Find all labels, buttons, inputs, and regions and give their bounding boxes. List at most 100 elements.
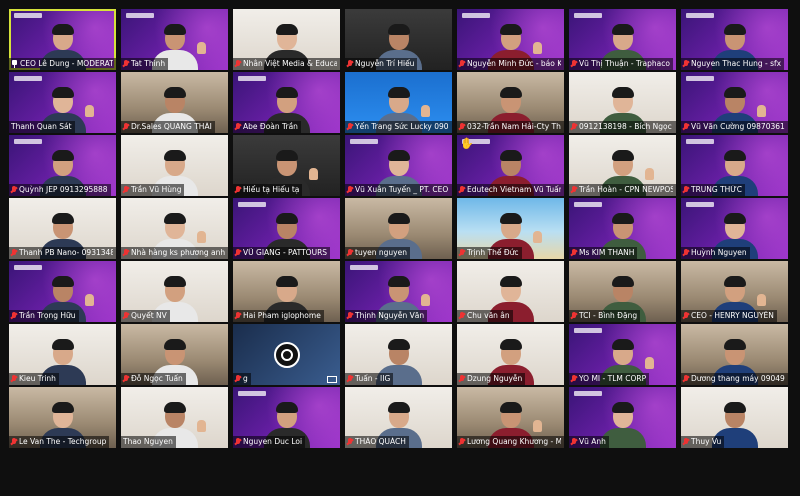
participant-tile[interactable]: YO MI - TLM CORP — [569, 324, 676, 385]
thumbs-up-gesture — [421, 294, 430, 306]
participant-tile[interactable]: Trần Trọng Hữu — [9, 261, 116, 322]
participant-nameplate: Kieu Trinh — [9, 373, 59, 385]
participant-tile[interactable]: g — [233, 324, 340, 385]
mic-muted-icon — [683, 186, 689, 194]
mic-muted-icon — [123, 312, 129, 320]
participant-nameplate: TCI - Bình Đặng — [569, 310, 641, 322]
participant-tile[interactable]: Chu văn ân — [457, 261, 564, 322]
participant-tile[interactable]: Kieu Trinh — [9, 324, 116, 385]
participant-tile[interactable]: Thịnh Nguyễn Văn — [345, 261, 452, 322]
participant-tile[interactable]: Dr.Sales QUANG THÁI — [121, 72, 228, 133]
participant-tile[interactable]: Dzung Nguyễn — [457, 324, 564, 385]
participant-nameplate: Trần Hoàn - CPN NEWPOST — [569, 184, 676, 196]
virtual-background-banner — [238, 202, 266, 207]
participant-tile[interactable]: Vũ Anh — [569, 387, 676, 448]
participant-tile[interactable]: Thuy Vu — [681, 387, 788, 448]
participant-tile[interactable]: ✋ Edutech Vietnam Vũ Tuấn — [457, 135, 564, 196]
participant-tile[interactable]: Hai Pham iglophome — [233, 261, 340, 322]
participant-tile[interactable]: Nguyen Duc Loi — [233, 387, 340, 448]
participant-tile[interactable]: TRUNG THỨC — [681, 135, 788, 196]
participant-nameplate: 032-Trần Nam Hải-Cty Thành ... — [457, 121, 564, 133]
participant-name: Thanh PB Nano- 0931348383 — [19, 248, 113, 257]
participant-tile[interactable]: tuyen nguyen — [345, 198, 452, 259]
participant-name: Thanh Quan Sát — [11, 122, 72, 131]
participant-nameplate: Hiếu tạ Hiếu tạ — [233, 184, 303, 196]
mic-muted-icon — [459, 438, 465, 446]
participant-nameplate: Quyết NV — [121, 310, 170, 322]
participant-nameplate: Le Van The - Techgroup — [9, 436, 110, 448]
participant-name: Nhân Việt Media & Education — [243, 59, 337, 68]
virtual-background-banner — [462, 13, 490, 18]
participant-tile[interactable]: Abe Đoàn Trần — [233, 72, 340, 133]
participant-tile[interactable]: Trịnh Thế Đức — [457, 198, 564, 259]
participant-tile[interactable]: Huỳnh Nguyen — [681, 198, 788, 259]
raised-hand-icon: ✋ — [460, 137, 474, 150]
participant-tile[interactable]: Đỗ Ngọc Tuấn — [121, 324, 228, 385]
virtual-background-banner — [14, 139, 42, 144]
participant-tile[interactable]: Nguyễn Trí Hiếu — [345, 9, 452, 70]
virtual-background-banner — [126, 13, 154, 18]
participant-tile[interactable]: Thanh Quan Sát — [9, 72, 116, 133]
participant-tile[interactable]: Quyết NV — [121, 261, 228, 322]
participant-nameplate: Trần Vũ Hùng — [121, 184, 185, 196]
virtual-background-banner — [350, 265, 378, 270]
participant-tile[interactable]: Lương Quang Khương - MEC — [457, 387, 564, 448]
participant-tile[interactable]: Tat Thinh — [121, 9, 228, 70]
participant-tile[interactable]: CEO Lê Dung - MODERATOR — [9, 9, 116, 70]
pin-icon — [11, 60, 18, 68]
participant-tile[interactable]: Nguyen Thac Hung - sfx — [681, 9, 788, 70]
mic-muted-icon — [123, 60, 129, 68]
participant-nameplate: Thao Nguyen — [121, 436, 176, 448]
participant-name: Yến Trang Sức Lucky 0906699... — [355, 122, 449, 131]
participant-tile[interactable]: Ms KIM THANH — [569, 198, 676, 259]
participant-tile[interactable]: Yến Trang Sức Lucky 0906699... — [345, 72, 452, 133]
participant-name: Trần Trọng Hữu — [19, 311, 76, 320]
participant-tile[interactable]: Quỳnh JEP 0913295888 — [9, 135, 116, 196]
participant-tile[interactable]: THẢO QUÁCH — [345, 387, 452, 448]
mic-muted-icon — [11, 186, 17, 194]
participant-tile[interactable]: Trần Vũ Hùng — [121, 135, 228, 196]
participant-tile[interactable]: CEO - HENRY NGUYÊN — [681, 261, 788, 322]
participant-name: Ms KIM THANH — [579, 248, 635, 257]
participant-name: g — [243, 374, 248, 383]
participant-tile[interactable]: Vũ Văn Cường 0987036169 — [681, 72, 788, 133]
thumbs-up-gesture — [757, 105, 766, 117]
participant-tile[interactable]: 0912138198 - Bích Ngọc (Jot... — [569, 72, 676, 133]
participant-tile[interactable]: Thao Nguyen — [121, 387, 228, 448]
mic-muted-icon — [347, 312, 353, 320]
participant-nameplate: Vũ Anh — [569, 436, 609, 448]
participant-tile[interactable]: VŨ GIANG - PATTOURS — [233, 198, 340, 259]
participant-tile[interactable]: Nhà hàng ks phương anh — [121, 198, 228, 259]
participant-nameplate: Vũ Xuân Tuyến _ PT. CEO125_... — [345, 184, 452, 196]
obs-logo-icon — [273, 342, 300, 368]
participant-nameplate: THẢO QUÁCH — [345, 436, 409, 448]
participant-name: Tuấn - IIG — [355, 374, 391, 383]
participant-tile[interactable]: TCI - Bình Đặng — [569, 261, 676, 322]
mic-muted-icon — [235, 438, 241, 446]
participant-tile[interactable]: Le Van The - Techgroup — [9, 387, 116, 448]
mic-muted-icon — [571, 249, 577, 257]
participant-name: Dương thang máy 0904982199 — [691, 374, 785, 383]
participant-tile[interactable]: Vũ Xuân Tuyến _ PT. CEO125_... — [345, 135, 452, 196]
participant-name: Trần Hoàn - CPN NEWPOST — [579, 185, 673, 194]
participant-nameplate: Dr.Sales QUANG THÁI — [121, 121, 215, 133]
participant-tile[interactable]: Thanh PB Nano- 0931348383 — [9, 198, 116, 259]
participant-name: Vũ Văn Cường 0987036169 — [691, 122, 785, 131]
participant-nameplate: Chu văn ân — [457, 310, 513, 322]
participant-nameplate: VŨ GIANG - PATTOURS — [233, 247, 331, 259]
participant-tile[interactable]: Trần Hoàn - CPN NEWPOST — [569, 135, 676, 196]
participant-tile[interactable]: Hiếu tạ Hiếu tạ — [233, 135, 340, 196]
participant-nameplate: Nguyen Duc Loi — [233, 436, 306, 448]
participant-tile[interactable]: Vũ Thị Thuận - Traphaco — [569, 9, 676, 70]
participant-name: Nguyễn Trí Hiếu — [355, 59, 415, 68]
thumbs-up-gesture — [645, 357, 654, 369]
mic-muted-icon — [459, 249, 465, 257]
participant-nameplate: TRUNG THỨC — [681, 184, 745, 196]
participant-name: Quyết NV — [131, 311, 167, 320]
thumbs-up-gesture — [197, 420, 206, 432]
participant-tile[interactable]: Tuấn - IIG — [345, 324, 452, 385]
participant-tile[interactable]: Nguyễn Minh Đức - báo KTĐT — [457, 9, 564, 70]
participant-tile[interactable]: Nhân Việt Media & Education — [233, 9, 340, 70]
participant-tile[interactable]: 032-Trần Nam Hải-Cty Thành ... — [457, 72, 564, 133]
participant-tile[interactable]: Dương thang máy 0904982199 — [681, 324, 788, 385]
